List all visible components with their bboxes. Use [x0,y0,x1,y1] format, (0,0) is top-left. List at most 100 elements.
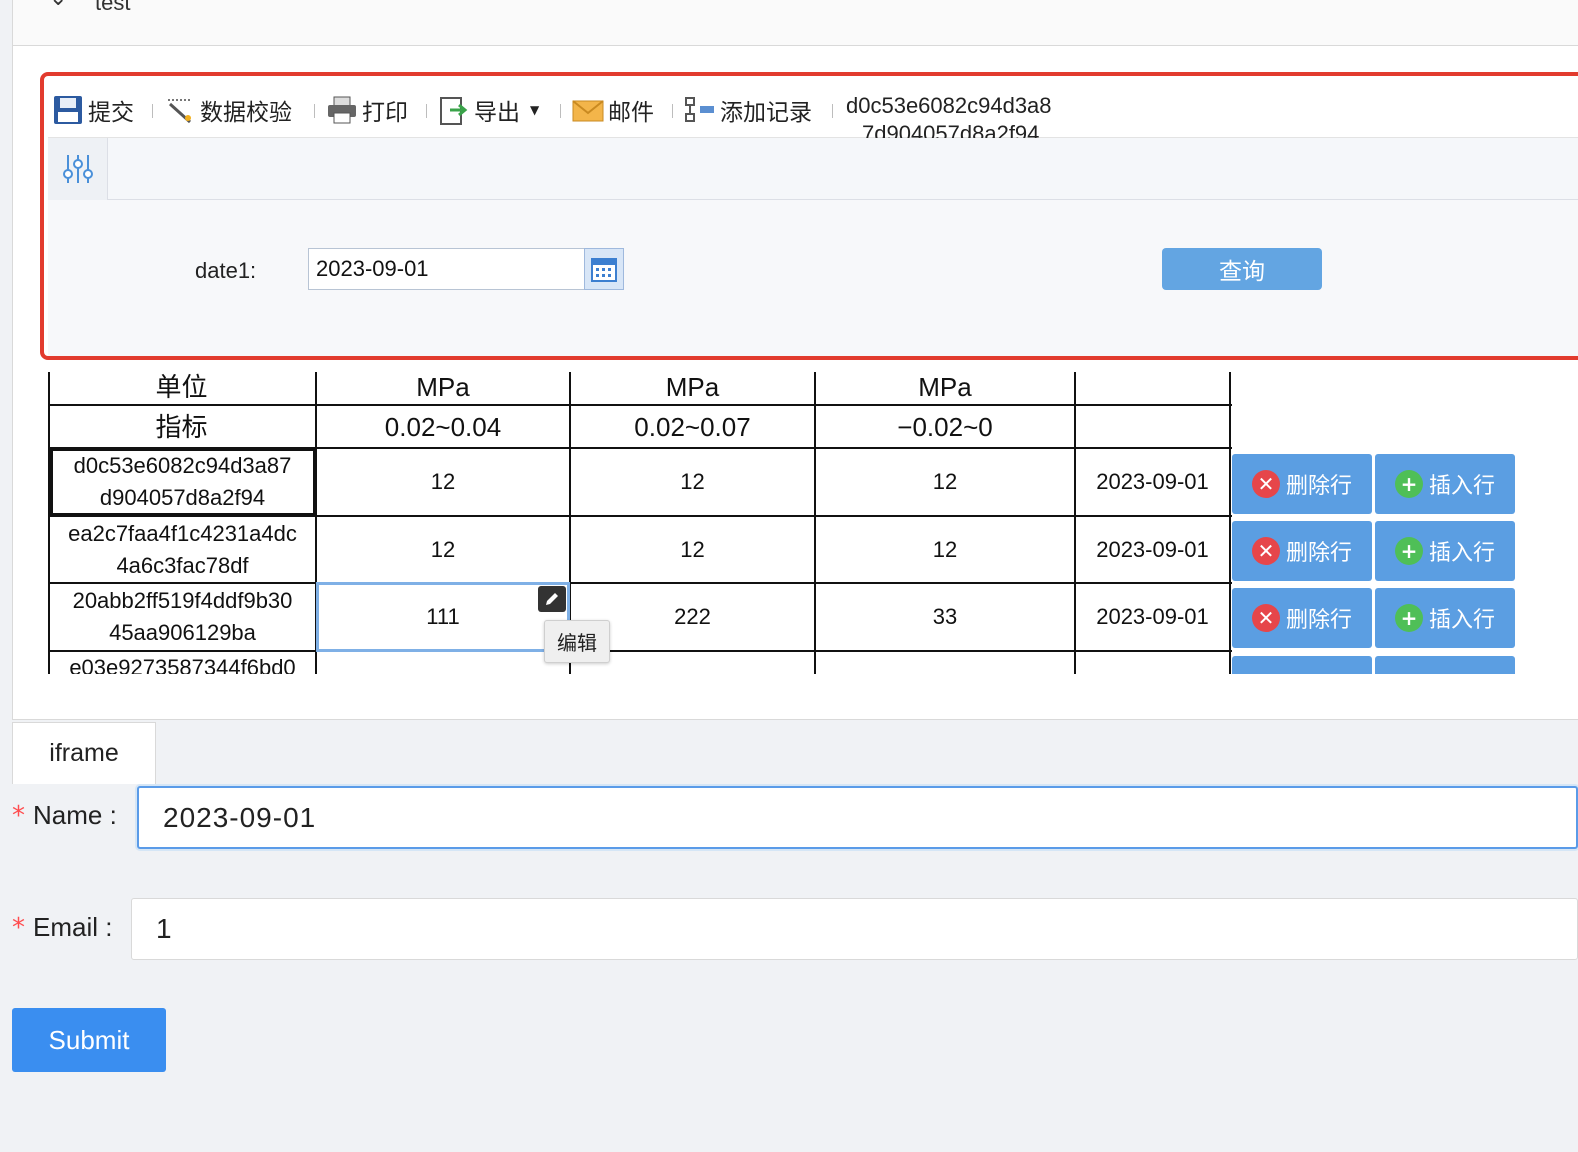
delete-row-button[interactable]: ✕ 删除行 [1232,454,1372,514]
row-id-line: ea2c7faa4f1c4231a4dc [68,520,297,546]
sliders-icon [62,155,93,183]
caret-down-icon: ▼ [530,103,540,117]
collapse-header[interactable]: ⌄ test [12,0,1578,46]
print-toolbar-button[interactable]: 打印 [326,92,408,128]
collapse-title: test [95,0,131,15]
calendar-button[interactable] [584,248,624,290]
row-id-line: 20abb2ff519f4ddf9b30 [72,588,293,613]
edit-tooltip: 编辑 [544,620,610,663]
delete-row-button[interactable]: ✕ 删除行 [1232,588,1372,648]
filter-toggle[interactable] [48,138,108,200]
magic-wand-icon [168,99,192,124]
row-id-line: e03e9273587344f6bd0 [69,655,296,674]
required-mark: * [12,801,25,831]
record-id-line1: d0c53e6082c94d3a8 [846,93,1052,118]
filter-bar [48,138,1578,200]
unit-cell: MPa [416,372,470,402]
date1-input[interactable]: 2023-09-01 [308,248,624,290]
report-frame: 提交 数据校验 打印 导出 ▼ 邮件 添加记录 d0c53e6082c94d3a… [48,82,1578,674]
search-button[interactable]: 查询 [1162,248,1322,290]
date-cell[interactable]: 2023-09-01 [1076,517,1229,582]
mail-toolbar-button[interactable]: 邮件 [572,92,654,128]
export-toolbar-button[interactable]: 导出 ▼ [438,92,539,128]
calendar-icon [591,258,617,282]
plus-icon: + [1394,470,1423,498]
date1-label: date1: [195,258,257,283]
plus-icon: + [1394,604,1423,632]
row-id-line: d904057d8a2f94 [99,485,266,510]
value-cell[interactable]: 12 [571,517,814,582]
name-input[interactable]: 2023-09-01 [137,786,1578,849]
printer-icon [328,96,356,124]
insert-row-label: 插入行 [1428,607,1495,632]
report-toolbar: 提交 数据校验 打印 导出 ▼ 邮件 添加记录 d0c53e6082c94d3a… [48,82,1578,138]
selected-cell[interactable] [316,582,570,652]
delete-row-button[interactable] [1232,656,1372,674]
chevron-down-icon[interactable]: ⌄ [49,0,67,11]
unit-header: 单位 [155,372,208,402]
delete-row-label: 删除行 [1285,607,1352,632]
range-cell: 0.02~0.04 [384,411,502,442]
name-label: * Name : [12,800,117,831]
record-id-text: d0c53e6082c94d3a8 7d904057d8a2f94 [846,92,1096,138]
value-cell[interactable]: 33 [816,584,1074,650]
row-id-line: 4a6c3fac78df [116,552,249,578]
insert-row-label: 插入行 [1428,473,1495,498]
delete-icon: ✕ [1251,604,1280,632]
row-id-cell[interactable]: 20abb2ff519f4ddf9b30 45aa906129ba [50,584,315,650]
insert-row-button[interactable]: + 插入行 [1375,454,1515,514]
toolbar-separator [832,104,833,118]
label-colon: : [98,912,113,942]
toolbar-separator [426,104,427,118]
date-cell[interactable]: 2023-09-01 [1076,584,1229,650]
row-id-line: 45aa906129ba [109,620,256,645]
value-cell[interactable]: 12 [317,449,569,515]
email-label-text: Email [33,912,99,942]
validate-toolbar-button[interactable]: 数据校验 [164,92,292,128]
grid-line [1229,372,1231,674]
plus-icon: + [1394,537,1423,565]
email-input[interactable]: 1 [131,898,1578,960]
tab-iframe[interactable]: iframe [12,722,156,784]
pencil-icon [546,593,558,605]
mail-label: 邮件 [608,99,654,125]
submit-label: 提交 [88,99,134,125]
print-label: 打印 [362,99,408,125]
value-cell[interactable]: 12 [816,449,1074,515]
unit-cell: MPa [665,372,720,402]
query-panel: date1: 2023-09-01 查询 [48,200,1578,360]
insert-row-button[interactable] [1375,656,1515,674]
insert-row-button[interactable]: + 插入行 [1375,588,1515,648]
email-label: * Email : [12,912,112,943]
export-label: 导出 [474,99,520,125]
add-record-icon [685,97,714,122]
required-mark: * [12,913,25,943]
delete-row-label: 删除行 [1285,473,1352,498]
row-id-cell[interactable]: d0c53e6082c94d3a87 d904057d8a2f94 [50,449,315,515]
add-record-toolbar-button[interactable]: 添加记录 [684,92,812,128]
date-cell[interactable]: 2023-09-01 [1076,449,1229,515]
submit-toolbar-button[interactable]: 提交 [52,92,134,128]
validate-label: 数据校验 [200,99,292,125]
value-cell[interactable]: 12 [816,517,1074,582]
range-cell: 0.02~0.07 [634,411,751,442]
toolbar-separator [314,104,315,118]
delete-row-button[interactable]: ✕ 删除行 [1232,521,1372,581]
row-id-line: d0c53e6082c94d3a87 [73,453,292,478]
range-cell: −0.02~0 [897,411,993,442]
row-id-cell[interactable]: ea2c7faa4f1c4231a4dc 4a6c3fac78df [50,517,315,582]
insert-row-button[interactable]: + 插入行 [1375,521,1515,581]
toolbar-separator [152,104,153,118]
value-cell[interactable]: 12 [317,517,569,582]
export-icon [440,97,468,125]
row-id-cell[interactable]: e03e9273587344f6bd0 [50,652,315,674]
toolbar-separator [560,104,561,118]
unit-cell: MPa [918,372,972,402]
delete-row-label: 删除行 [1285,540,1352,565]
insert-row-label: 插入行 [1428,540,1495,565]
edit-icon[interactable] [538,586,566,612]
add-record-label: 添加记录 [720,99,812,125]
value-cell[interactable]: 12 [571,449,814,515]
submit-button[interactable]: Submit [12,1008,166,1072]
record-id-line2: 7d904057d8a2f94 [862,121,1040,138]
